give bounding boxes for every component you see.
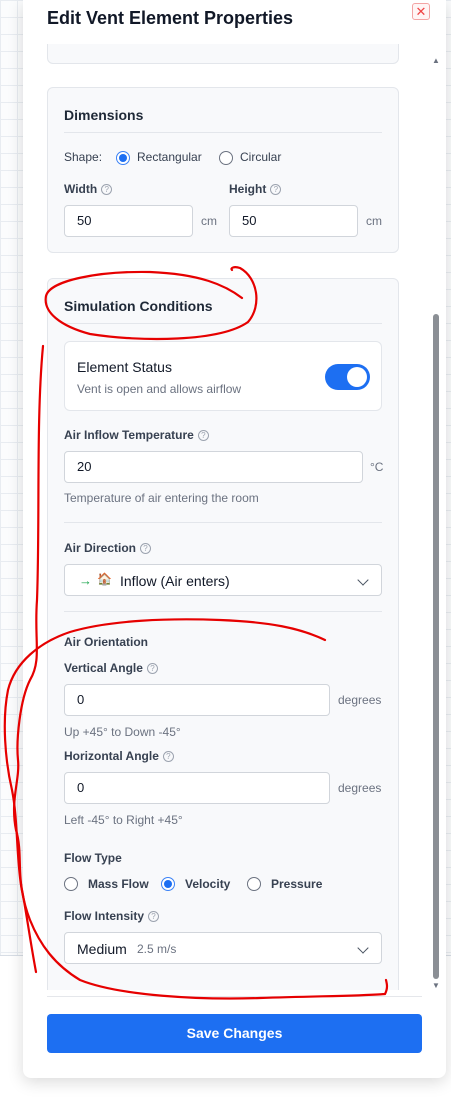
inflow-temp-label: Air Inflow Temperature? bbox=[64, 428, 209, 442]
horizontal-angle-label-text: Horizontal Angle bbox=[64, 749, 159, 763]
width-label: Width? bbox=[64, 182, 113, 196]
help-icon[interactable]: ? bbox=[270, 184, 282, 195]
horizontal-angle-hint: Left -45° to Right +45° bbox=[64, 813, 183, 827]
dialog-title: Edit Vent Element Properties bbox=[47, 8, 294, 28]
dimensions-section: Dimensions Shape: Rectangular Circular W… bbox=[47, 87, 399, 253]
air-orientation-title: Air Orientation bbox=[64, 635, 149, 649]
help-icon[interactable]: ? bbox=[162, 751, 174, 762]
flow-type-pressure-label[interactable]: Pressure bbox=[271, 877, 322, 891]
flow-intensity-select[interactable]: Medium 2.5 m/s bbox=[64, 932, 382, 964]
air-direction-label-text: Air Direction bbox=[64, 541, 137, 555]
element-status-card: Element Status Vent is open and allows a… bbox=[64, 341, 382, 411]
divider bbox=[64, 611, 382, 612]
width-label-text: Width bbox=[64, 182, 98, 196]
shape-label: Shape: bbox=[64, 150, 103, 164]
shape-circular-label[interactable]: Circular bbox=[240, 150, 281, 164]
vertical-angle-unit: degrees bbox=[338, 693, 382, 707]
house-icon: 🏠 bbox=[97, 572, 112, 586]
scroll-up-arrow[interactable]: ▲ bbox=[431, 56, 441, 65]
divider bbox=[64, 132, 382, 133]
flow-intensity-label-text: Flow Intensity bbox=[64, 909, 145, 923]
dialog-scroll-area[interactable]: Dimensions Shape: Rectangular Circular W… bbox=[47, 44, 422, 990]
shape-rectangular-label[interactable]: Rectangular bbox=[137, 150, 202, 164]
flow-type-mass-flow-label[interactable]: Mass Flow bbox=[88, 877, 149, 891]
flow-type-label: Flow Type bbox=[64, 851, 122, 865]
flow-type-mass-flow-radio[interactable] bbox=[64, 877, 78, 891]
vertical-angle-label: Vertical Angle? bbox=[64, 661, 158, 675]
arrow-right-icon: → bbox=[79, 573, 92, 588]
flow-intensity-value: Medium bbox=[77, 941, 127, 957]
vertical-angle-input[interactable]: 0 bbox=[64, 684, 330, 716]
toggle-knob bbox=[347, 367, 367, 387]
chevron-down-icon bbox=[357, 574, 369, 586]
air-direction-select[interactable]: → 🏠 Inflow (Air enters) bbox=[64, 564, 382, 596]
save-button[interactable]: Save Changes bbox=[47, 1014, 422, 1053]
scroll-thumb[interactable] bbox=[433, 314, 439, 979]
scroll-down-arrow[interactable]: ▼ bbox=[431, 981, 441, 990]
element-status-toggle[interactable] bbox=[325, 364, 370, 390]
element-status-description: Vent is open and allows airflow bbox=[77, 382, 242, 396]
flow-intensity-detail: 2.5 m/s bbox=[137, 942, 177, 956]
height-label-text: Height bbox=[229, 182, 267, 196]
previous-section bbox=[47, 44, 399, 64]
inflow-temp-label-text: Air Inflow Temperature bbox=[64, 428, 194, 442]
help-icon[interactable]: ? bbox=[140, 543, 152, 554]
air-direction-label: Air Direction? bbox=[64, 541, 152, 555]
divider bbox=[64, 522, 382, 523]
height-input[interactable]: 50 bbox=[229, 205, 358, 237]
help-icon[interactable]: ? bbox=[148, 911, 160, 922]
inflow-temp-hint: Temperature of air entering the room bbox=[64, 491, 259, 505]
close-icon[interactable]: ✕ bbox=[412, 3, 430, 20]
help-icon[interactable]: ? bbox=[146, 663, 158, 674]
divider bbox=[64, 323, 382, 324]
shape-rectangular-radio[interactable] bbox=[116, 151, 130, 165]
flow-type-pressure-radio[interactable] bbox=[247, 877, 261, 891]
help-icon[interactable]: ? bbox=[197, 430, 209, 441]
vertical-angle-hint: Up +45° to Down -45° bbox=[64, 725, 181, 739]
horizontal-angle-unit: degrees bbox=[338, 781, 382, 795]
dimensions-title: Dimensions bbox=[64, 107, 144, 123]
shape-circular-radio[interactable] bbox=[219, 151, 233, 165]
horizontal-angle-label: Horizontal Angle? bbox=[64, 749, 174, 763]
inflow-temp-input[interactable]: 20 bbox=[64, 451, 363, 483]
width-unit: cm bbox=[201, 214, 217, 228]
simulation-section: Simulation Conditions Element Status Ven… bbox=[47, 278, 399, 990]
flow-type-velocity-radio[interactable] bbox=[161, 877, 175, 891]
flow-type-velocity-label[interactable]: Velocity bbox=[185, 877, 230, 891]
simulation-title: Simulation Conditions bbox=[64, 298, 213, 314]
footer-divider bbox=[47, 996, 422, 997]
horizontal-angle-input[interactable]: 0 bbox=[64, 772, 330, 804]
vertical-angle-label-text: Vertical Angle bbox=[64, 661, 143, 675]
element-status-title: Element Status bbox=[77, 359, 172, 375]
help-icon[interactable]: ? bbox=[101, 184, 113, 195]
chevron-down-icon bbox=[357, 942, 369, 954]
scrollbar[interactable]: ▲ ▼ bbox=[431, 56, 441, 991]
width-input[interactable]: 50 bbox=[64, 205, 193, 237]
height-unit: cm bbox=[366, 214, 382, 228]
height-label: Height? bbox=[229, 182, 282, 196]
inflow-temp-unit: °C bbox=[370, 460, 384, 474]
properties-dialog: Edit Vent Element Properties ✕ Dimension… bbox=[23, 0, 446, 1078]
air-direction-value: Inflow (Air enters) bbox=[120, 573, 230, 589]
flow-intensity-label: Flow Intensity? bbox=[64, 909, 160, 923]
